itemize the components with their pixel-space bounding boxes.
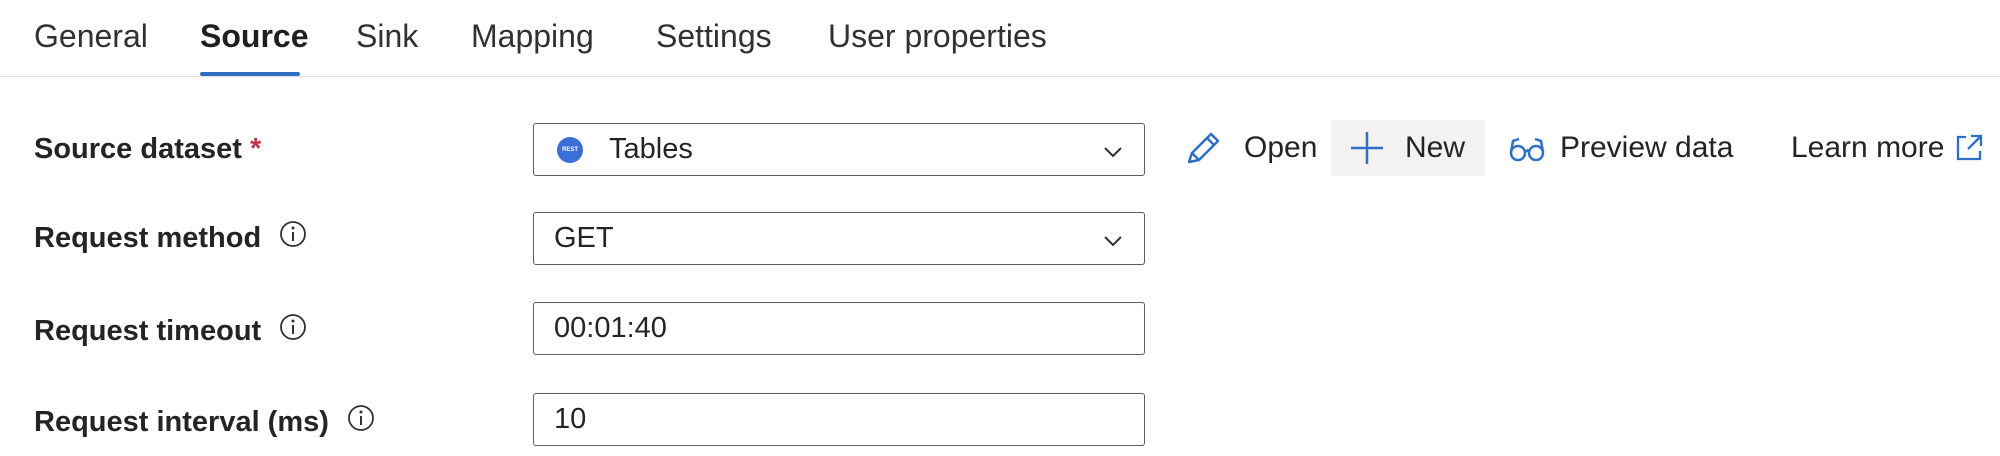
info-icon[interactable] xyxy=(279,220,307,248)
request-interval-label-text: Request interval (ms) xyxy=(34,406,329,438)
source-dataset-label: Source dataset * xyxy=(34,131,261,167)
request-interval-value: 10 xyxy=(554,403,587,435)
request-method-value: GET xyxy=(554,222,614,254)
new-label: New xyxy=(1405,131,1466,164)
tab-bar: General Source Sink Mapping Settings Use… xyxy=(0,0,2000,77)
tab-general[interactable]: General xyxy=(34,14,148,58)
new-button[interactable]: New xyxy=(1331,120,1485,176)
learn-more-link[interactable]: Learn more xyxy=(1791,120,1984,176)
request-timeout-input[interactable]: 00:01:40 xyxy=(533,302,1145,355)
plus-icon xyxy=(1351,132,1383,164)
required-marker: * xyxy=(249,133,262,165)
rest-dataset-icon: REST xyxy=(557,137,583,163)
request-method-select[interactable]: GET xyxy=(533,212,1145,265)
request-method-label-text: Request method xyxy=(34,222,262,254)
tab-mapping[interactable]: Mapping xyxy=(471,14,594,58)
open-button[interactable]: Open xyxy=(1182,120,1317,176)
pencil-icon xyxy=(1187,132,1220,164)
tab-source[interactable]: Source xyxy=(200,14,308,58)
open-label: Open xyxy=(1244,131,1318,164)
learn-more-label: Learn more xyxy=(1791,131,1945,164)
request-interval-label: Request interval (ms) xyxy=(34,404,375,440)
chevron-down-icon xyxy=(1104,236,1122,247)
request-method-label: Request method xyxy=(34,220,307,256)
request-timeout-value: 00:01:40 xyxy=(554,312,667,344)
tab-user-properties[interactable]: User properties xyxy=(828,14,1047,58)
active-tab-indicator xyxy=(200,72,300,76)
tab-settings[interactable]: Settings xyxy=(656,14,772,58)
info-icon[interactable] xyxy=(347,404,375,432)
request-interval-input[interactable]: 10 xyxy=(533,393,1145,446)
tab-sink[interactable]: Sink xyxy=(356,14,418,58)
source-dataset-value: Tables xyxy=(609,133,693,165)
preview-data-label: Preview data xyxy=(1560,131,1734,164)
request-timeout-label: Request timeout xyxy=(34,313,307,349)
glasses-icon xyxy=(1509,137,1545,162)
external-link-icon xyxy=(1957,134,1983,161)
chevron-down-icon xyxy=(1104,147,1122,158)
source-dataset-select[interactable]: REST Tables xyxy=(533,123,1145,176)
preview-data-button[interactable]: Preview data xyxy=(1508,120,1733,176)
request-timeout-label-text: Request timeout xyxy=(34,315,262,347)
info-icon[interactable] xyxy=(279,313,307,341)
source-dataset-label-text: Source dataset xyxy=(34,133,242,165)
